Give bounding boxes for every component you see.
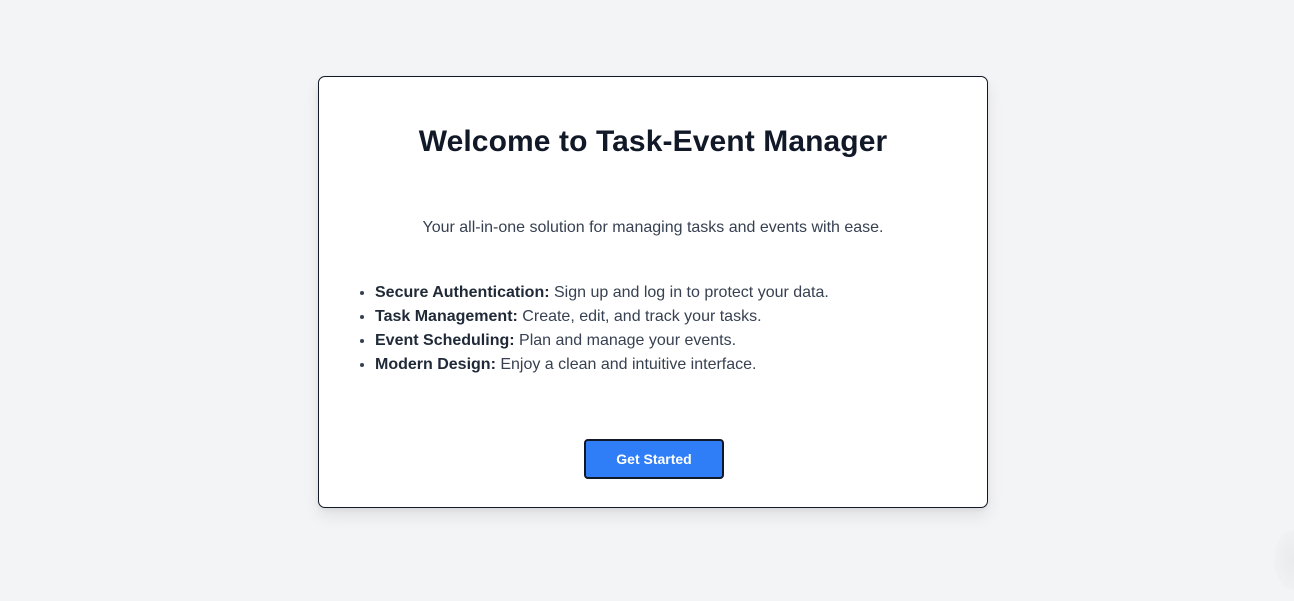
- feature-label: Modern Design:: [375, 356, 496, 373]
- feature-text: Sign up and log in to protect your data.: [549, 284, 829, 301]
- page-subtitle: Your all-in-one solution for managing ta…: [422, 219, 884, 236]
- feature-item-event-scheduling: Event Scheduling: Plan and manage your e…: [375, 329, 829, 353]
- feature-text: Enjoy a clean and intuitive interface.: [495, 356, 757, 373]
- feature-list: Secure Authentication: Sign up and log i…: [357, 281, 829, 377]
- corner-shadow: [1274, 530, 1294, 590]
- feature-item-modern-design: Modern Design: Enjoy a clean and intuiti…: [375, 353, 829, 377]
- feature-text: Plan and manage your events.: [514, 332, 737, 349]
- page-title: Welcome to Task-Event Manager: [418, 125, 888, 158]
- feature-label: Secure Authentication:: [375, 284, 550, 301]
- feature-text: Create, edit, and track your tasks.: [517, 308, 762, 325]
- welcome-card: Welcome to Task-Event Manager Your all-i…: [318, 76, 988, 508]
- feature-item-authentication: Secure Authentication: Sign up and log i…: [375, 281, 829, 305]
- get-started-button[interactable]: Get Started: [584, 439, 724, 479]
- feature-item-task-management: Task Management: Create, edit, and track…: [375, 305, 829, 329]
- feature-label: Event Scheduling:: [375, 332, 515, 349]
- feature-label: Task Management:: [375, 308, 518, 325]
